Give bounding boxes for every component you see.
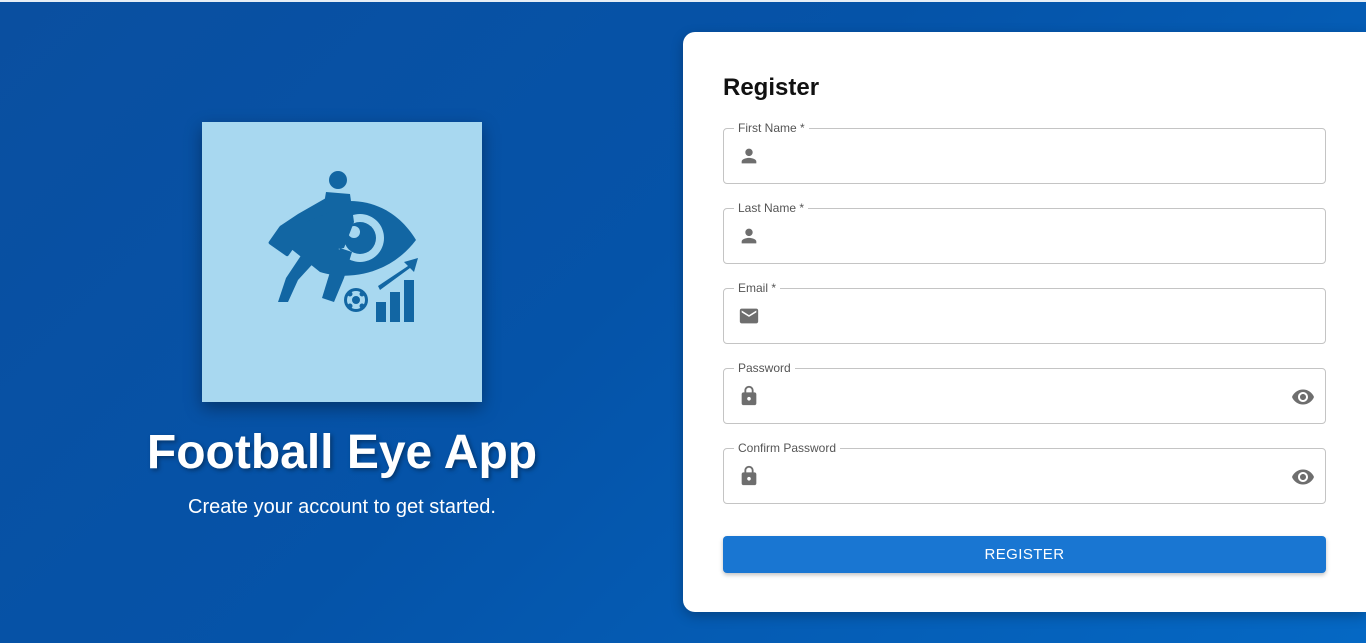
eye-icon[interactable]	[1291, 465, 1315, 489]
password-input[interactable]	[776, 369, 1273, 423]
lock-icon	[738, 385, 760, 407]
person-icon	[738, 145, 760, 167]
eye-icon[interactable]	[1291, 385, 1315, 409]
app-logo	[202, 122, 482, 402]
confirm-password-field[interactable]: Confirm Password	[723, 440, 1326, 504]
first-name-field[interactable]: First Name *	[723, 120, 1326, 184]
email-field[interactable]: Email *	[723, 280, 1326, 344]
lock-icon	[738, 465, 760, 487]
form-title: Register	[723, 74, 820, 101]
football-eye-logo-icon	[268, 171, 418, 322]
email-label: Email *	[734, 280, 781, 296]
register-button[interactable]: REGISTER	[723, 536, 1326, 573]
last-name-field[interactable]: Last Name *	[723, 200, 1326, 264]
top-border	[0, 0, 1366, 2]
first-name-input[interactable]	[776, 129, 1273, 183]
register-card: Register First Name * Last Name * Email …	[683, 32, 1366, 612]
mail-icon	[738, 305, 760, 327]
password-field[interactable]: Password	[723, 360, 1326, 424]
person-icon	[738, 225, 760, 247]
last-name-input[interactable]	[776, 209, 1273, 263]
confirm-password-input[interactable]	[776, 449, 1273, 503]
app-title: Football Eye App	[146, 426, 538, 479]
email-input[interactable]	[776, 289, 1273, 343]
app-subtitle: Create your account to get started.	[188, 496, 496, 518]
